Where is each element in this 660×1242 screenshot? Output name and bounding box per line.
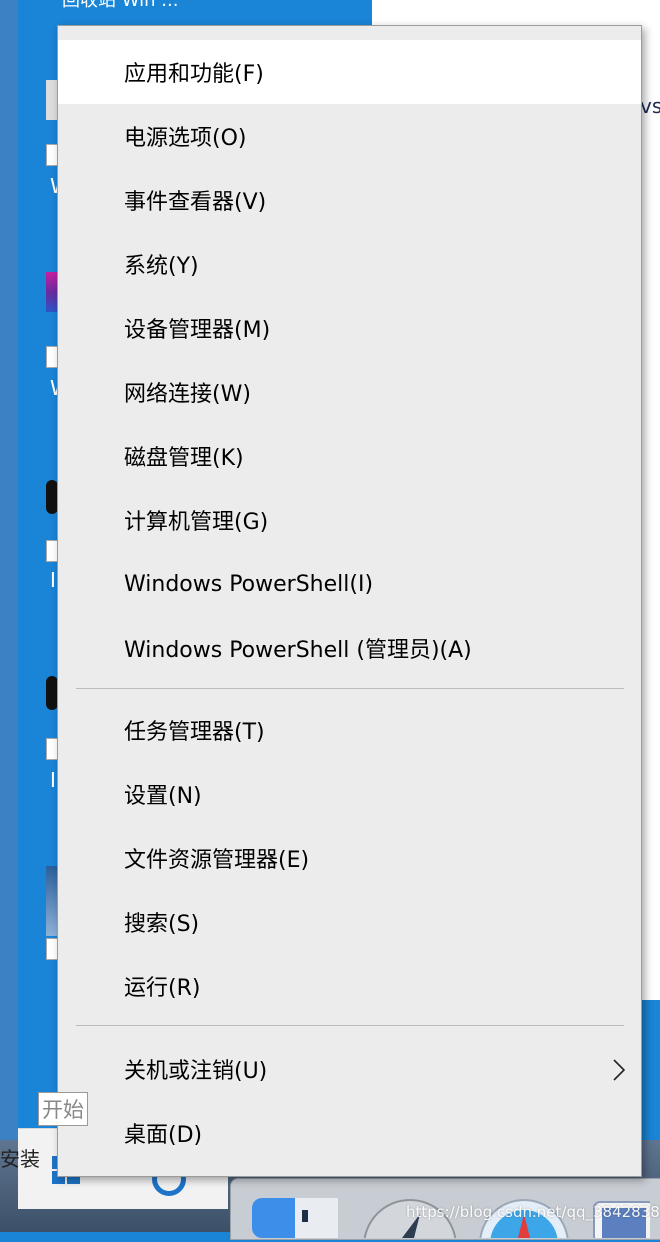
menu-item-power-options[interactable]: 电源选项(O) <box>58 104 641 168</box>
menu-item-label: 系统(Y) <box>124 254 199 279</box>
menu-item-settings[interactable]: 设置(N) <box>58 762 641 826</box>
finder-icon[interactable] <box>252 1198 338 1242</box>
menu-separator <box>76 1025 624 1026</box>
menu-item-label: 设备管理器(M) <box>124 318 271 343</box>
menu-item-label: 网络连接(W) <box>124 382 251 407</box>
menu-item-label: 文件资源管理器(E) <box>124 848 310 873</box>
watermark-url: https://blog.csdn.net/qq_38428382 <box>406 1203 660 1221</box>
menu-item-label: 计算机管理(G) <box>124 510 269 535</box>
menu-item-file-explorer[interactable]: 文件资源管理器(E) <box>58 826 641 890</box>
menu-item-search[interactable]: 搜索(S) <box>58 890 641 954</box>
start-tooltip: 开始 <box>38 1092 88 1126</box>
menu-item-run[interactable]: 运行(R) <box>58 954 641 1018</box>
menu-item-label: 关机或注销(U) <box>124 1059 268 1084</box>
window-edge-strip <box>0 0 18 1140</box>
window-partial-text: vs <box>640 94 660 118</box>
menu-item-label: 应用和功能(F) <box>124 62 264 87</box>
partial-side-text: 安装 <box>0 1147 40 1171</box>
menu-item-apps-and-features[interactable]: 应用和功能(F) <box>58 40 641 104</box>
menu-item-label: 桌面(D) <box>124 1123 203 1148</box>
menu-item-task-manager[interactable]: 任务管理器(T) <box>58 698 641 762</box>
menu-item-powershell[interactable]: Windows PowerShell(I) <box>58 552 641 616</box>
menu-item-desktop[interactable]: 桌面(D) <box>58 1101 641 1165</box>
menu-item-label: 电源选项(O) <box>124 126 247 151</box>
winx-context-menu: 应用和功能(F) 电源选项(O) 事件查看器(V) 系统(Y) 设备管理器(M)… <box>57 25 642 1177</box>
menu-item-powershell-admin[interactable]: Windows PowerShell (管理员)(A) <box>58 616 641 680</box>
menu-item-label: 磁盘管理(K) <box>124 446 244 471</box>
menu-item-device-manager[interactable]: 设备管理器(M) <box>58 296 641 360</box>
menu-item-network-connections[interactable]: 网络连接(W) <box>58 360 641 424</box>
menu-item-label: 运行(R) <box>124 976 201 1001</box>
desktop-top-label: 回收站 Win ... <box>62 0 179 11</box>
menu-item-label: 设置(N) <box>124 784 202 809</box>
menu-item-label: Windows PowerShell (管理员)(A) <box>124 638 472 663</box>
menu-item-event-viewer[interactable]: 事件查看器(V) <box>58 168 641 232</box>
menu-item-disk-management[interactable]: 磁盘管理(K) <box>58 424 641 488</box>
menu-item-label: 事件查看器(V) <box>124 190 267 215</box>
menu-item-shutdown-signout[interactable]: 关机或注销(U) <box>58 1037 641 1101</box>
menu-separator <box>76 688 624 689</box>
menu-item-label: Windows PowerShell(I) <box>124 571 374 597</box>
chevron-right-icon <box>613 1059 626 1085</box>
menu-item-computer-management[interactable]: 计算机管理(G) <box>58 488 641 552</box>
menu-item-label: 任务管理器(T) <box>124 720 265 745</box>
menu-item-label: 搜索(S) <box>124 912 200 937</box>
menu-item-system[interactable]: 系统(Y) <box>58 232 641 296</box>
